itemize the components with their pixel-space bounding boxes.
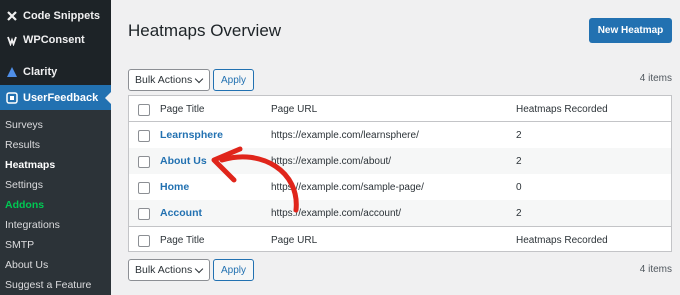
select-all-checkbox[interactable]: [138, 104, 150, 116]
page-url: https://example.com/account/: [271, 207, 402, 219]
row-checkbox[interactable]: [138, 208, 150, 220]
sidebar-item-label: UserFeedback: [23, 91, 99, 104]
column-header-heatmaps-recorded: Heatmaps Recorded: [516, 103, 608, 115]
submenu-item-suggest-feature[interactable]: Suggest a Feature: [5, 279, 91, 291]
items-count-bottom: 4 items: [639, 264, 672, 275]
column-header-page-url: Page URL: [271, 103, 318, 115]
userfeedback-submenu: Surveys Results Heatmaps Settings Addons…: [0, 110, 111, 295]
heatmaps-recorded: 2: [516, 207, 522, 219]
column-footer-page-title[interactable]: Page Title: [160, 227, 204, 253]
submenu-item-surveys[interactable]: Surveys: [5, 119, 43, 131]
sidebar-item-label: WPConsent: [23, 34, 85, 46]
submenu-item-addons[interactable]: Addons: [5, 199, 44, 211]
table-row: Home https://example.com/sample-page/ 0: [129, 174, 671, 200]
apply-button[interactable]: Apply: [213, 69, 254, 91]
heatmaps-table: Page Title Page URL Heatmaps Recorded Le…: [128, 95, 672, 252]
select-all-checkbox[interactable]: [138, 235, 150, 247]
sidebar-item-label: Clarity: [23, 66, 58, 78]
chevron-down-icon: [194, 264, 204, 274]
submenu-item-settings[interactable]: Settings: [5, 179, 43, 191]
chevron-down-icon: [194, 74, 204, 84]
current-menu-indicator: [105, 92, 111, 104]
page-title-link[interactable]: Learnsphere: [160, 122, 223, 148]
bulk-actions-value: Bulk Actions: [135, 264, 193, 276]
page-title-link[interactable]: About Us: [160, 148, 207, 174]
row-checkbox[interactable]: [138, 130, 150, 142]
heatmaps-recorded: 0: [516, 181, 522, 193]
submenu-item-integrations[interactable]: Integrations: [5, 219, 60, 231]
clarity-icon: [5, 66, 18, 79]
column-footer-heatmaps-recorded: Heatmaps Recorded: [516, 234, 608, 246]
sidebar-item-wpconsent[interactable]: WPConsent: [0, 28, 111, 52]
submenu-item-smtp[interactable]: SMTP: [5, 239, 34, 251]
apply-button-bottom[interactable]: Apply: [213, 259, 254, 281]
bulk-actions-select[interactable]: Bulk Actions: [128, 69, 210, 91]
table-row: Account https://example.com/account/ 2: [129, 200, 671, 226]
page-url: https://example.com/sample-page/: [271, 181, 424, 193]
submenu-item-heatmaps[interactable]: Heatmaps: [5, 159, 55, 171]
table-row: Learnsphere https://example.com/learnsph…: [129, 122, 671, 148]
page-title-link[interactable]: Account: [160, 200, 202, 226]
column-header-page-title[interactable]: Page Title: [160, 96, 204, 122]
wpconsent-icon: [5, 34, 18, 47]
page-title: Heatmaps Overview: [128, 21, 282, 40]
table-header-row: Page Title Page URL Heatmaps Recorded: [129, 96, 671, 122]
admin-sidebar: Code Snippets WPConsent Clarity UserFeed…: [0, 0, 111, 295]
sidebar-item-clarity[interactable]: Clarity: [0, 60, 111, 84]
bulk-actions-value: Bulk Actions: [135, 74, 193, 86]
column-footer-page-url: Page URL: [271, 234, 318, 246]
items-count: 4 items: [639, 73, 672, 84]
submenu-item-results[interactable]: Results: [5, 139, 40, 151]
heatmaps-recorded: 2: [516, 129, 522, 141]
userfeedback-icon: [5, 91, 18, 104]
sidebar-item-userfeedback[interactable]: UserFeedback: [0, 85, 111, 110]
page-url: https://example.com/about/: [271, 155, 392, 167]
code-snippets-icon: [5, 10, 18, 23]
row-checkbox[interactable]: [138, 182, 150, 194]
new-heatmap-button[interactable]: New Heatmap: [589, 18, 672, 43]
row-checkbox[interactable]: [138, 156, 150, 168]
table-footer-row: Page Title Page URL Heatmaps Recorded: [129, 226, 671, 252]
bulk-actions-select-bottom[interactable]: Bulk Actions: [128, 259, 210, 281]
heatmaps-recorded: 2: [516, 155, 522, 167]
sidebar-item-code-snippets[interactable]: Code Snippets: [0, 4, 111, 28]
submenu-item-about-us[interactable]: About Us: [5, 259, 48, 271]
sidebar-item-label: Code Snippets: [23, 10, 101, 22]
page-title-link[interactable]: Home: [160, 174, 189, 200]
table-row: About Us https://example.com/about/ 2: [129, 148, 671, 174]
page-url: https://example.com/learnsphere/: [271, 129, 419, 141]
